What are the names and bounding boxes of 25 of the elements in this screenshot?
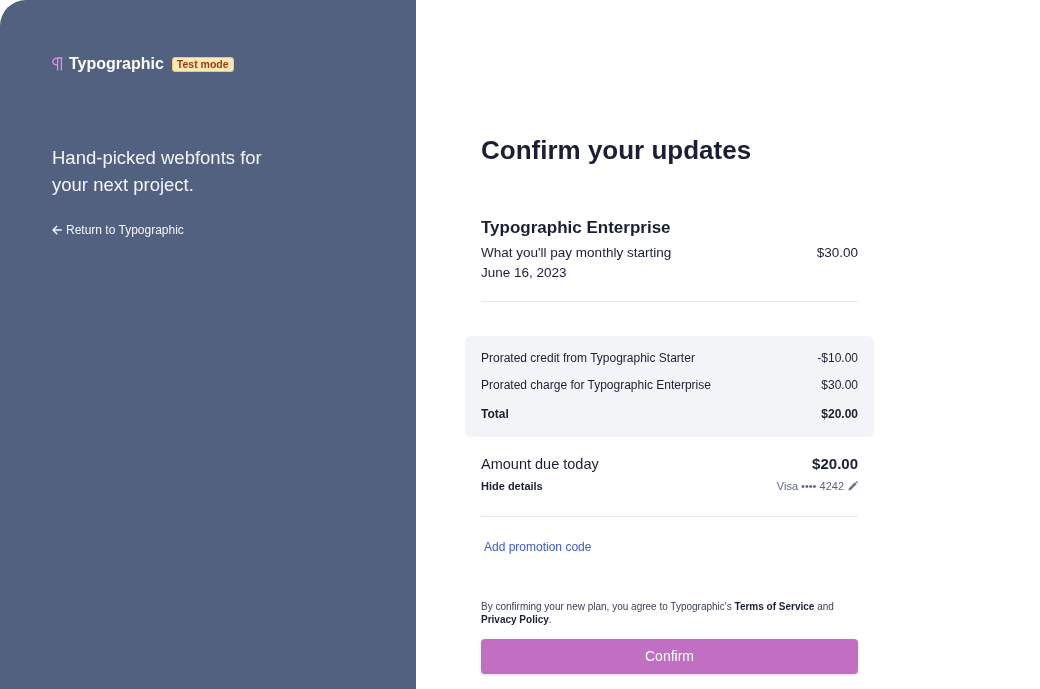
plan-price: $30.00 [816, 244, 858, 262]
line-item-label: Prorated charge for Typographic Enterprise [481, 377, 711, 394]
brand-name: Typographic [69, 54, 164, 74]
amount-due-label: Amount due today [481, 455, 599, 474]
arrow-left-icon [52, 225, 62, 235]
page-title: Confirm your updates [481, 135, 753, 166]
line-item-amount: -$10.00 [817, 350, 858, 367]
legal-text: By confirming your new plan, you agree to Typographic's Terms of Service and Privacy Policy. [481, 600, 835, 626]
plan-description: What you'll pay monthly starting June 16, 2023 [481, 244, 673, 282]
tagline: Hand-picked webfonts for your next project. [52, 146, 263, 197]
total-label: Total [481, 406, 509, 423]
policy-link[interactable]: Privacy Policy [481, 614, 549, 625]
line-item-amount: $30.00 [821, 377, 858, 394]
policy-link[interactable]: Terms of Service [734, 601, 815, 612]
plan-name: Typographic Enterprise [481, 217, 672, 239]
total-amount: $20.00 [821, 406, 858, 423]
add-promotion-code-link[interactable]: Add promotion code [484, 538, 592, 556]
payment-method: Visa •••• 4242 [776, 479, 844, 494]
pilcrow-icon [52, 57, 63, 71]
test-mode-badge: Test mode [171, 56, 234, 72]
return-link[interactable]: Return to Typographic [52, 222, 184, 238]
line-item-label: Prorated credit from Typographic Starter [481, 350, 695, 367]
amount-due-value: $20.00 [812, 454, 858, 474]
hide-details-link[interactable]: Hide details [481, 478, 543, 494]
pencil-icon[interactable] [848, 481, 858, 491]
